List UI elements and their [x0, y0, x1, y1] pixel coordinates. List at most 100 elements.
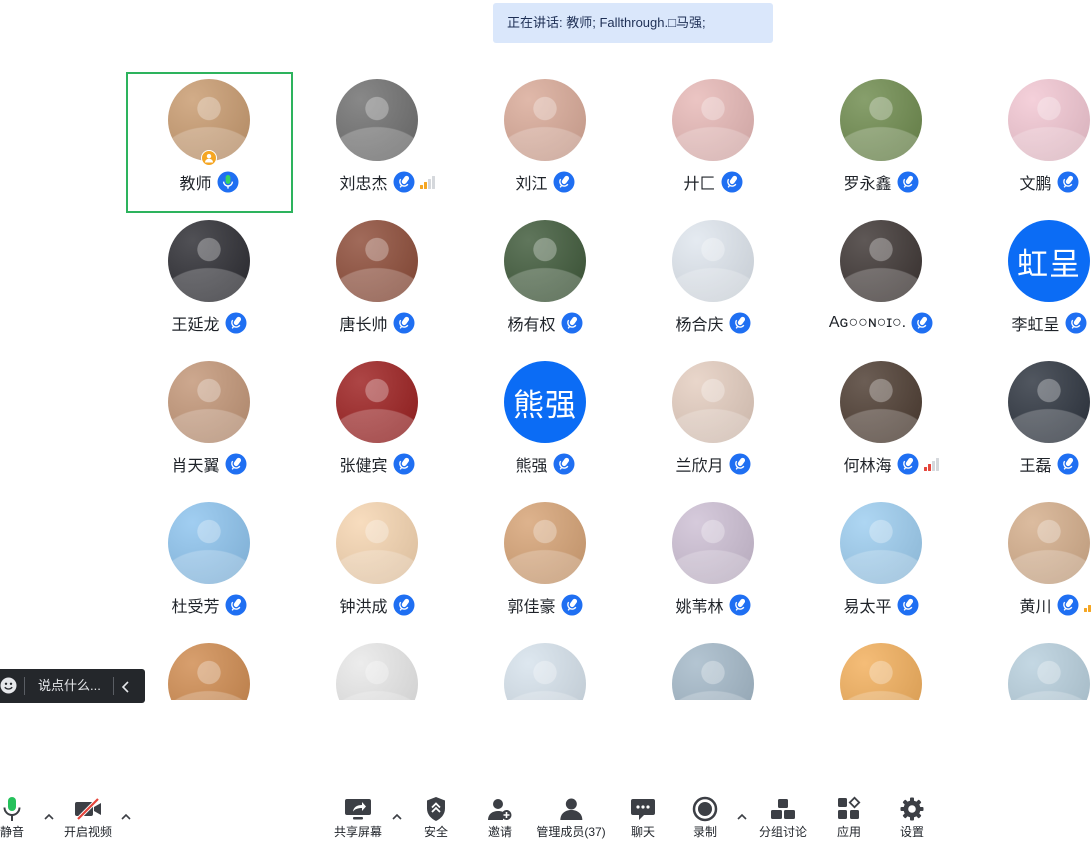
avatar-initials: 熊强 — [513, 387, 577, 423]
network-signal-icon — [923, 457, 940, 471]
chevron-up-icon[interactable] — [44, 813, 54, 820]
apps-icon — [836, 796, 862, 822]
smiley-icon[interactable] — [0, 677, 17, 699]
avatar — [840, 502, 922, 584]
participant-name-row: 刘江 — [461, 171, 629, 193]
share-screen-button[interactable]: 共享屏幕 — [334, 796, 382, 839]
participant-name: 唐长帅 — [339, 317, 388, 334]
participant-tile[interactable] — [797, 636, 965, 700]
participant-name-row: 兰欣月 — [629, 453, 797, 475]
mic-icon — [1057, 453, 1079, 475]
avatar — [504, 643, 586, 700]
record-button[interactable]: 录制 — [692, 796, 718, 839]
participant-tile[interactable] — [293, 636, 461, 700]
share-screen-icon — [344, 796, 372, 822]
participant-name: 杨合庆 — [675, 317, 724, 334]
participant-tile[interactable]: 罗永鑫 — [797, 72, 965, 213]
participant-name-row: 姚苇林 — [629, 594, 797, 616]
start-video-button[interactable]: 开启视频 — [64, 796, 112, 839]
chevron-up-icon[interactable] — [392, 813, 402, 820]
participant-tile[interactable]: 教师 — [125, 72, 293, 213]
participant-tile[interactable]: 杜受芳 — [125, 495, 293, 636]
participant-name-row: 刘忠杰 — [293, 171, 461, 193]
security-label: 安全 — [423, 825, 449, 839]
shield-icon — [425, 796, 447, 822]
participant-name-row: 钟洪成 — [293, 594, 461, 616]
invite-button[interactable]: 邀请 — [487, 796, 513, 839]
participant-tile[interactable]: 郭佳豪 — [461, 495, 629, 636]
breakout-rooms-button[interactable]: 分组讨论 — [759, 796, 807, 839]
participant-tile[interactable]: 杨合庆 — [629, 213, 797, 354]
participant-tile[interactable]: 王磊 — [965, 354, 1092, 495]
avatar — [336, 502, 418, 584]
network-signal-icon — [1083, 598, 1092, 612]
participant-name-row: 杨合庆 — [629, 312, 797, 334]
avatar — [168, 502, 250, 584]
participant-tile[interactable]: 唐长帅 — [293, 213, 461, 354]
participant-tile[interactable]: 廾匚 — [629, 72, 797, 213]
participant-tile[interactable]: 刘江 — [461, 72, 629, 213]
security-button[interactable]: 安全 — [424, 796, 448, 839]
participant-tile[interactable] — [965, 636, 1092, 700]
manage-members-button[interactable]: 管理成员(37) — [536, 796, 606, 839]
chevron-up-icon[interactable] — [121, 813, 131, 820]
participant-name: 张健宾 — [339, 458, 388, 475]
avatar: 虹呈 — [1008, 220, 1090, 302]
participant-name: 刘忠杰 — [339, 176, 388, 193]
participant-name: 肖天翼 — [171, 458, 220, 475]
settings-button[interactable]: 设置 — [899, 796, 925, 839]
chevron-left-icon[interactable] — [121, 680, 130, 698]
participant-tile[interactable]: Aɢ○○ɴ○ɪ○. — [797, 213, 965, 354]
avatar — [672, 361, 754, 443]
avatar — [504, 79, 586, 161]
chat-button[interactable]: 聊天 — [630, 796, 656, 839]
speaking-banner: 正在讲话: 教师; Fallthrough.□马强; — [493, 3, 773, 43]
network-signal-icon — [419, 175, 436, 189]
mute-label: 静音 — [0, 825, 25, 839]
mic-icon — [729, 312, 751, 334]
participant-tile[interactable]: 姚苇林 — [629, 495, 797, 636]
participant-tile[interactable]: 易太平 — [797, 495, 965, 636]
participant-tile[interactable]: 文鹏 — [965, 72, 1092, 213]
participant-tile[interactable] — [125, 636, 293, 700]
participant-tile[interactable] — [629, 636, 797, 700]
settings-label: 设置 — [899, 825, 924, 839]
participant-tile[interactable]: 刘忠杰 — [293, 72, 461, 213]
participant-tile[interactable]: 熊强 熊强 — [461, 354, 629, 495]
chevron-up-icon[interactable] — [737, 813, 747, 820]
participant-name: 王磊 — [1019, 458, 1052, 475]
avatar — [672, 79, 754, 161]
participant-tile[interactable]: 肖天翼 — [125, 354, 293, 495]
avatar — [168, 220, 250, 302]
participant-name: 兰欣月 — [675, 458, 724, 475]
mic-icon — [393, 453, 415, 475]
divider — [24, 677, 25, 695]
participant-tile[interactable]: 黄川 — [965, 495, 1092, 636]
participant-tile[interactable]: 虹呈 李虹呈 — [965, 213, 1092, 354]
participant-tile[interactable]: 钟洪成 — [293, 495, 461, 636]
mute-button[interactable]: 静音 — [0, 796, 24, 839]
avatar — [336, 361, 418, 443]
participant-tile[interactable] — [461, 636, 629, 700]
participant-name-row: 郭佳豪 — [461, 594, 629, 616]
participant-tile[interactable]: 兰欣月 — [629, 354, 797, 495]
participant-tile[interactable]: 何林海 — [797, 354, 965, 495]
chat-input-bar[interactable]: 说点什么... — [0, 669, 145, 703]
apps-button[interactable]: 应用 — [836, 796, 862, 839]
participant-tile[interactable]: 张健宾 — [293, 354, 461, 495]
participant-name: 黄川 — [1019, 599, 1052, 616]
participant-tile[interactable]: 王延龙 — [125, 213, 293, 354]
breakout-rooms-icon — [770, 796, 796, 822]
participant-tile[interactable]: 杨有权 — [461, 213, 629, 354]
avatar — [1008, 502, 1090, 584]
participant-name-row: 熊强 — [461, 453, 629, 475]
chat-input[interactable]: 说点什么... — [38, 669, 101, 703]
divider — [113, 677, 114, 695]
apps-label: 应用 — [836, 825, 861, 839]
participant-name: 教师 — [179, 176, 212, 193]
participant-name: 钟洪成 — [339, 599, 388, 616]
mic-icon — [393, 594, 415, 616]
participant-name-row: 王磊 — [965, 453, 1092, 475]
avatar — [1008, 79, 1090, 161]
participant-name-row: 唐长帅 — [293, 312, 461, 334]
